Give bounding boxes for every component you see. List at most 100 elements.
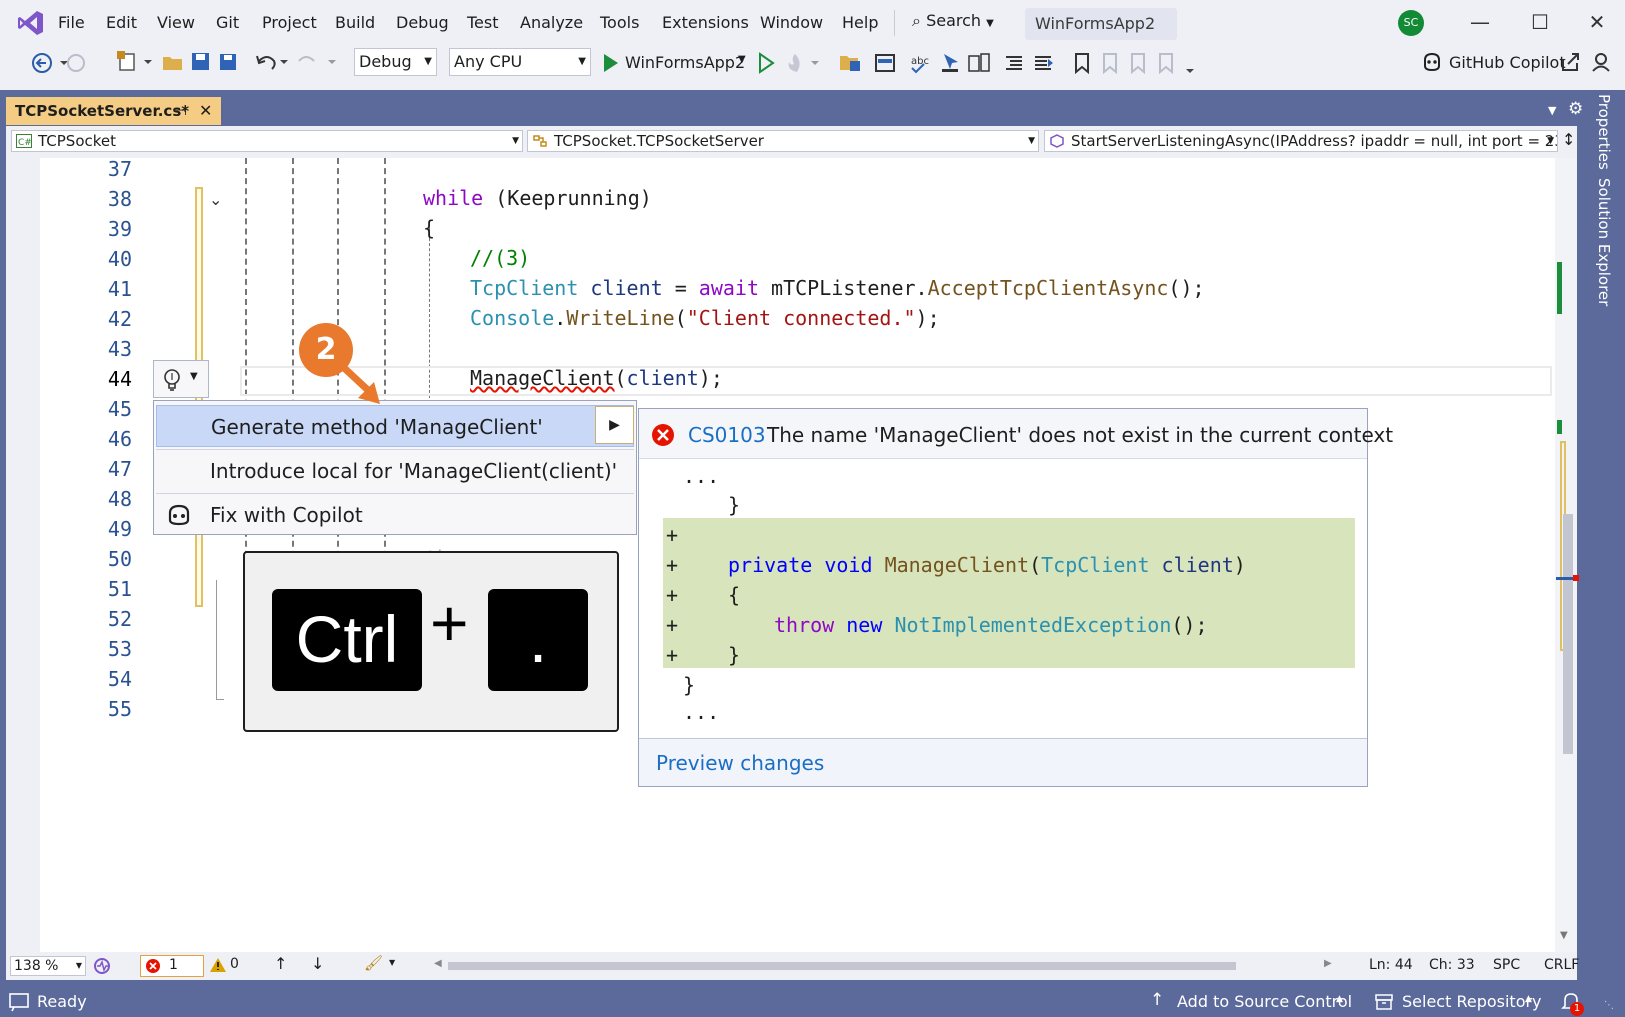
editor-toolbar-icons[interactable]: abc [838,51,1228,75]
undo-redo-icons[interactable] [254,51,340,73]
menu-window[interactable]: Window [760,13,823,32]
submenu-arrow-icon[interactable]: ▶ [595,406,634,444]
tab-overflow-icon[interactable]: ▼ [1548,104,1556,117]
maximize-icon[interactable]: ☐ [1528,10,1552,34]
run-target-label[interactable]: WinFormsApp2 [625,53,745,72]
error-code-link[interactable]: CS0103 [688,423,766,447]
keyboard-shortcut-overlay: Ctrl + . [243,551,619,732]
select-repository-button[interactable]: Select Repository [1402,992,1542,1011]
line-number: 47 [107,457,132,481]
warning-count-button[interactable]: 0 [204,955,244,977]
editor-status-bar: 138 % ▼ 1 0 ↑ ↓ 🖌 ▼ ◀ ▶ Ln: 44 Ch: 33 SPC… [6,952,1579,980]
output-icon[interactable] [8,992,30,1012]
line-ending-indicator[interactable]: CRLF [1544,957,1579,973]
add-to-source-control-button[interactable]: Add to Source Control [1177,992,1352,1011]
method-icon [1050,134,1064,148]
menu-help[interactable]: Help [842,13,878,32]
error-squiggle[interactable]: ManageClient [470,366,615,390]
menu-view[interactable]: View [157,13,195,32]
cleanup-icon[interactable]: 🖌 [364,954,383,972]
menu-debug[interactable]: Debug [396,13,449,32]
quick-actions-button[interactable]: ▼ [153,360,209,398]
status-text: Ready [37,992,87,1011]
close-tab-icon[interactable]: ✕ [199,97,212,125]
line-indicator[interactable]: Ln: 44 [1369,957,1413,973]
next-issue-icon[interactable]: ↓ [311,954,324,973]
zoom-value: 138 % [14,958,59,974]
code-health-icon[interactable] [92,957,112,975]
string-literal: "Client connected." [686,306,916,330]
chevron-down-icon[interactable]: ▼ [738,54,746,65]
open-save-icons[interactable] [162,51,244,73]
menu-analyze[interactable]: Analyze [520,13,583,32]
minimize-icon[interactable]: — [1468,10,1492,34]
arrow-up-icon: ↑ [1150,990,1165,1010]
error-marker [1573,575,1579,581]
menu-tools[interactable]: Tools [600,13,639,32]
error-count-button[interactable]: 1 [140,955,204,977]
menu-edit[interactable]: Edit [106,13,137,32]
navigate-back-icon[interactable] [30,52,86,74]
share-feedback-icons[interactable] [1560,51,1612,73]
horizontal-scrollbar-thumb[interactable] [448,962,1236,970]
previous-issue-icon[interactable]: ↑ [274,954,287,973]
line-number: 38 [107,187,132,211]
close-window-icon[interactable]: ✕ [1585,10,1609,34]
account-avatar[interactable]: SC [1398,10,1424,36]
line-number: 40 [107,247,132,271]
chevron-down-icon[interactable]: ▼ [389,958,395,967]
code-line-42: Console.WriteLine("Client connected."); [470,306,940,330]
whitespace-indicator[interactable]: SPC [1493,957,1520,973]
split-editor-icon[interactable]: ↕ [1562,130,1575,149]
current-line-highlight [240,366,1552,396]
configuration-dropdown[interactable]: Debug ▼ [354,48,437,76]
menu-build[interactable]: Build [335,13,375,32]
menu-file[interactable]: File [58,13,85,32]
collapse-icon[interactable]: ⌄ [209,190,222,209]
diff-added-block [663,518,1355,668]
tab-solution-explorer[interactable]: Solution Explorer [1595,178,1613,306]
scroll-down-icon[interactable]: ▼ [1560,930,1568,941]
scroll-left-icon[interactable]: ◀ [434,958,442,969]
diagnostic-header: CS0103 The name 'ManageClient' does not … [639,409,1393,459]
scroll-right-icon[interactable]: ▶ [1324,958,1332,969]
new-project-icon[interactable] [116,50,156,74]
gear-icon[interactable]: ⚙ [1568,99,1583,119]
menu-test[interactable]: Test [467,13,499,32]
status-bar: Ready ↑ Add to Source Control ▲ Select R… [0,986,1625,1017]
line-number: 42 [107,307,132,331]
column-indicator[interactable]: Ch: 33 [1429,957,1475,973]
menu-item-fix-with-copilot[interactable]: Fix with Copilot [156,494,634,536]
menu-project[interactable]: Project [262,13,317,32]
menu-extensions[interactable]: Extensions [662,13,749,32]
github-copilot-button[interactable]: GitHub Copilot [1449,53,1566,72]
tab-tcpsocketserver[interactable]: TCPSocketServer.cs* ⊣ ✕ [6,97,221,125]
chevron-up-icon[interactable]: ▲ [1525,994,1532,1004]
menu-item-introduce-local[interactable]: Introduce local for 'ManageClient(client… [156,450,634,492]
code-text: . [554,306,567,330]
chevron-up-icon[interactable]: ▲ [1336,994,1343,1004]
visual-studio-logo-icon [18,11,43,35]
platform-dropdown[interactable]: Any CPU ▼ [449,48,591,76]
type-dropdown[interactable]: TCPSocket.TCPSocketServer ▼ [527,130,1039,152]
repository-icon [1375,994,1393,1010]
menu-item-generate-method[interactable]: Generate method 'ManageClient' [156,405,634,447]
keyword: await [698,276,760,300]
line-number: 50 [107,547,132,571]
menu-git[interactable]: Git [216,13,239,32]
member-dropdown[interactable]: StartServerListeningAsync(IPAddress? ipa… [1044,130,1558,152]
svg-text:abc: abc [911,56,929,67]
pin-icon[interactable]: ⊣ [175,97,187,125]
svg-text:C#: C# [18,138,32,148]
start-debugging-icon[interactable] [601,52,621,74]
zoom-dropdown[interactable]: 138 % ▼ [10,956,86,976]
lightbulb-icon [164,369,180,391]
project-dropdown[interactable]: C# TCPSocket ▼ [11,130,523,152]
preview-changes-link[interactable]: Preview changes [656,751,824,775]
line-number: 51 [107,577,132,601]
code-text: (); [1171,613,1208,637]
tab-properties[interactable]: Properties [1595,94,1613,170]
start-without-debugging-icon[interactable] [756,52,776,74]
search-box[interactable]: ⌕ Search ▼ [912,11,994,31]
scrollbar-thumb[interactable] [1563,514,1573,754]
